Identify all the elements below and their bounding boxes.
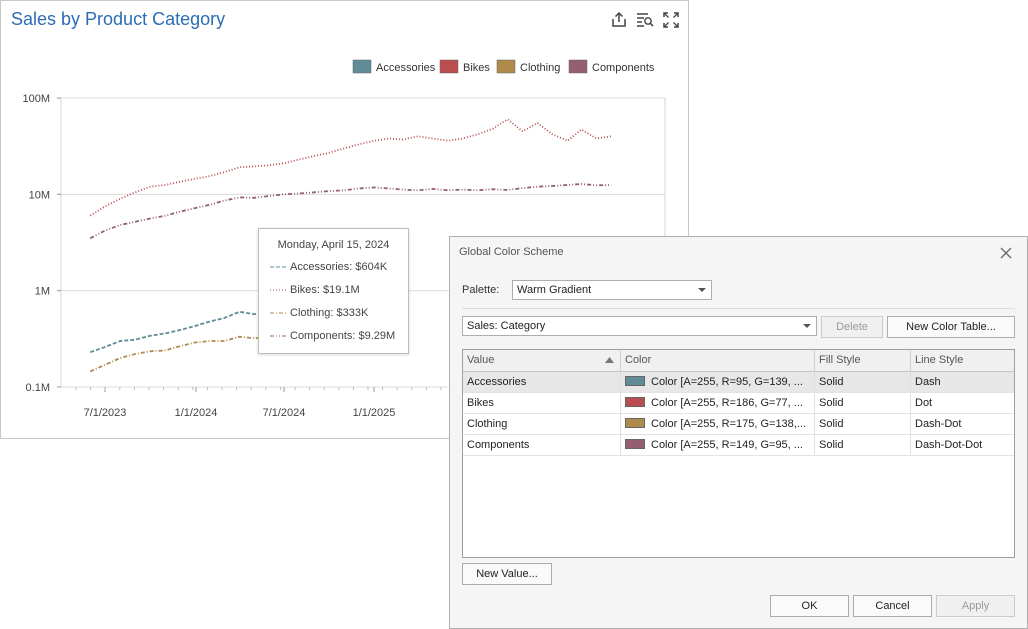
tooltip-row: Components: $9.29M (270, 330, 395, 342)
dimension-value: Sales: Category (467, 320, 546, 332)
x-tick-label: 1/1/2025 (353, 407, 396, 419)
chevron-down-icon (803, 317, 811, 335)
color-swatch (625, 418, 645, 428)
cell-line-style[interactable]: Dash (911, 372, 1014, 392)
x-tick-label: 1/1/2024 (175, 407, 218, 419)
cell-value[interactable]: Bikes (463, 393, 621, 413)
new-value-button[interactable]: New Value... (462, 563, 552, 585)
tooltip-row: Bikes: $19.1M (270, 284, 360, 296)
cell-value[interactable]: Clothing (463, 414, 621, 434)
table-row[interactable]: Bikes Color [A=255, R=186, G=77, ... Solid… (463, 393, 1014, 414)
tooltip-row-text: Accessories: $604K (290, 261, 388, 273)
dialog-title: Global Color Scheme (459, 246, 564, 258)
tooltip-row-text: Components: $9.29M (290, 330, 396, 342)
color-swatch (625, 397, 645, 407)
legend-swatch[interactable] (352, 59, 372, 74)
column-header-line-style[interactable]: Line Style (911, 350, 1014, 371)
y-tick-label: 1M (35, 286, 50, 298)
table-row[interactable]: Components Color [A=255, R=149, G=95, ...… (463, 435, 1014, 456)
cell-color-text: Color [A=255, R=149, G=95, ... (651, 439, 803, 451)
divider (462, 308, 1015, 309)
tooltip-date: Monday, April 15, 2024 (277, 239, 390, 251)
cancel-button[interactable]: Cancel (853, 595, 932, 617)
palette-combobox[interactable]: Warm Gradient (512, 280, 712, 300)
sort-ascending-icon (605, 357, 614, 363)
cell-fill-style[interactable]: Solid (815, 414, 911, 434)
tooltip-row: Clothing: $333K (270, 307, 368, 319)
tooltip-line-marker (270, 289, 286, 291)
column-header-value[interactable]: Value (463, 350, 621, 371)
apply-button[interactable]: Apply (936, 595, 1015, 617)
close-icon[interactable] (999, 246, 1013, 260)
cell-value[interactable]: Accessories (463, 372, 621, 392)
tooltip-line-marker (270, 312, 286, 314)
table-row[interactable]: Clothing Color [A=255, R=175, G=138,... So… (463, 414, 1014, 435)
tooltip-line-marker (270, 335, 286, 337)
palette-label: Palette: (462, 284, 500, 296)
chart-tooltip: Monday, April 15, 2024 Accessories: $604… (258, 228, 409, 354)
series-line-accessories[interactable] (89, 308, 285, 354)
cell-color-text: Color [A=255, R=175, G=138,... (651, 418, 807, 430)
cell-color-text: Color [A=255, R=95, G=139, ... (651, 376, 803, 388)
legend-item-label[interactable]: Accessories (376, 62, 436, 74)
legend-swatch[interactable] (568, 59, 588, 74)
cell-line-style[interactable]: Dash-Dot-Dot (911, 435, 1014, 455)
ok-button[interactable]: OK (770, 595, 849, 617)
tooltip-row: Accessories: $604K (270, 261, 387, 273)
tooltip-line-marker (270, 266, 286, 268)
color-swatch (625, 376, 645, 386)
cell-line-style[interactable]: Dash-Dot (911, 414, 1014, 434)
palette-value: Warm Gradient (517, 284, 592, 296)
cell-color[interactable]: Color [A=255, R=95, G=139, ... (621, 372, 815, 392)
color-swatch (625, 439, 645, 449)
legend-swatch[interactable] (496, 59, 516, 74)
global-color-scheme-dialog: Global Color Scheme Palette: Warm Gradie… (449, 236, 1028, 629)
y-tick-label: 100M (22, 93, 50, 105)
tooltip-row-text: Clothing: $333K (290, 307, 369, 319)
delete-button[interactable]: Delete (821, 316, 883, 338)
table-row[interactable]: Accessories Color [A=255, R=95, G=139, ..… (463, 372, 1014, 393)
cell-color[interactable]: Color [A=255, R=175, G=138,... (621, 414, 815, 434)
legend-item-label[interactable]: Clothing (520, 62, 560, 74)
dimension-combobox[interactable]: Sales: Category (462, 316, 817, 336)
cell-value[interactable]: Components (463, 435, 621, 455)
cell-color-text: Color [A=255, R=186, G=77, ... (651, 397, 803, 409)
legend-item-label[interactable]: Components (592, 62, 655, 74)
cell-color[interactable]: Color [A=255, R=149, G=95, ... (621, 435, 815, 455)
column-header-color[interactable]: Color (621, 350, 815, 371)
y-tick-label: 10M (29, 189, 50, 201)
column-header-fill-style[interactable]: Fill Style (815, 350, 911, 371)
new-color-table-button[interactable]: New Color Table... (887, 316, 1015, 338)
color-table-grid: Value Color Fill Style Line Style Access… (462, 349, 1015, 558)
x-tick-label: 7/1/2023 (84, 407, 127, 419)
y-tick-label: 0.1M (26, 382, 50, 394)
tooltip-row-text: Bikes: $19.1M (290, 284, 360, 296)
legend-item-label[interactable]: Bikes (463, 62, 490, 74)
cell-color[interactable]: Color [A=255, R=186, G=77, ... (621, 393, 815, 413)
cell-fill-style[interactable]: Solid (815, 393, 911, 413)
cell-fill-style[interactable]: Solid (815, 372, 911, 392)
legend-swatch[interactable] (439, 59, 459, 74)
grid-header: Value Color Fill Style Line Style (463, 350, 1014, 372)
cell-fill-style[interactable]: Solid (815, 435, 911, 455)
series-line-bikes[interactable] (89, 118, 612, 217)
cell-line-style[interactable]: Dot (911, 393, 1014, 413)
x-tick-label: 7/1/2024 (263, 407, 306, 419)
chevron-down-icon (698, 281, 706, 299)
